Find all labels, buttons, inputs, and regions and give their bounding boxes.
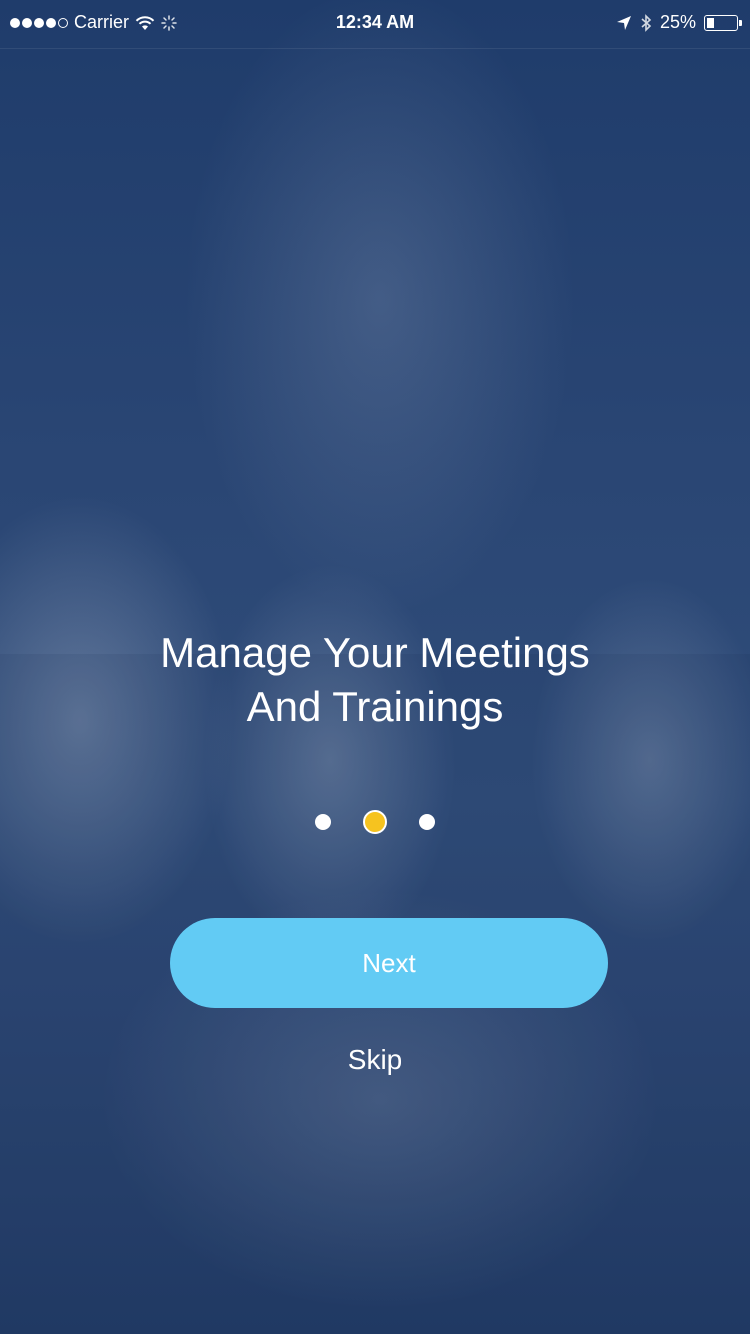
- location-arrow-icon: [616, 15, 631, 30]
- page-dot-2-active[interactable]: [363, 810, 387, 834]
- onboarding-screen: Carrier 12:34 AM 25% Manage Your Meeting…: [0, 0, 750, 1334]
- page-indicator: [0, 810, 750, 834]
- next-button[interactable]: Next: [170, 918, 608, 1008]
- onboarding-title: Manage Your Meetings And Trainings: [0, 626, 750, 734]
- battery-percent: 25%: [659, 12, 696, 32]
- skip-link[interactable]: Skip: [0, 1044, 750, 1076]
- title-line-2: And Trainings: [246, 683, 504, 730]
- status-right: 25%: [616, 12, 742, 33]
- battery-icon: [704, 14, 742, 31]
- title-line-1: Manage Your Meetings: [160, 629, 590, 676]
- status-bar: Carrier 12:34 AM 25%: [0, 0, 750, 49]
- bluetooth-icon: [641, 13, 652, 32]
- page-dot-1[interactable]: [315, 814, 331, 830]
- page-dot-3[interactable]: [419, 814, 435, 830]
